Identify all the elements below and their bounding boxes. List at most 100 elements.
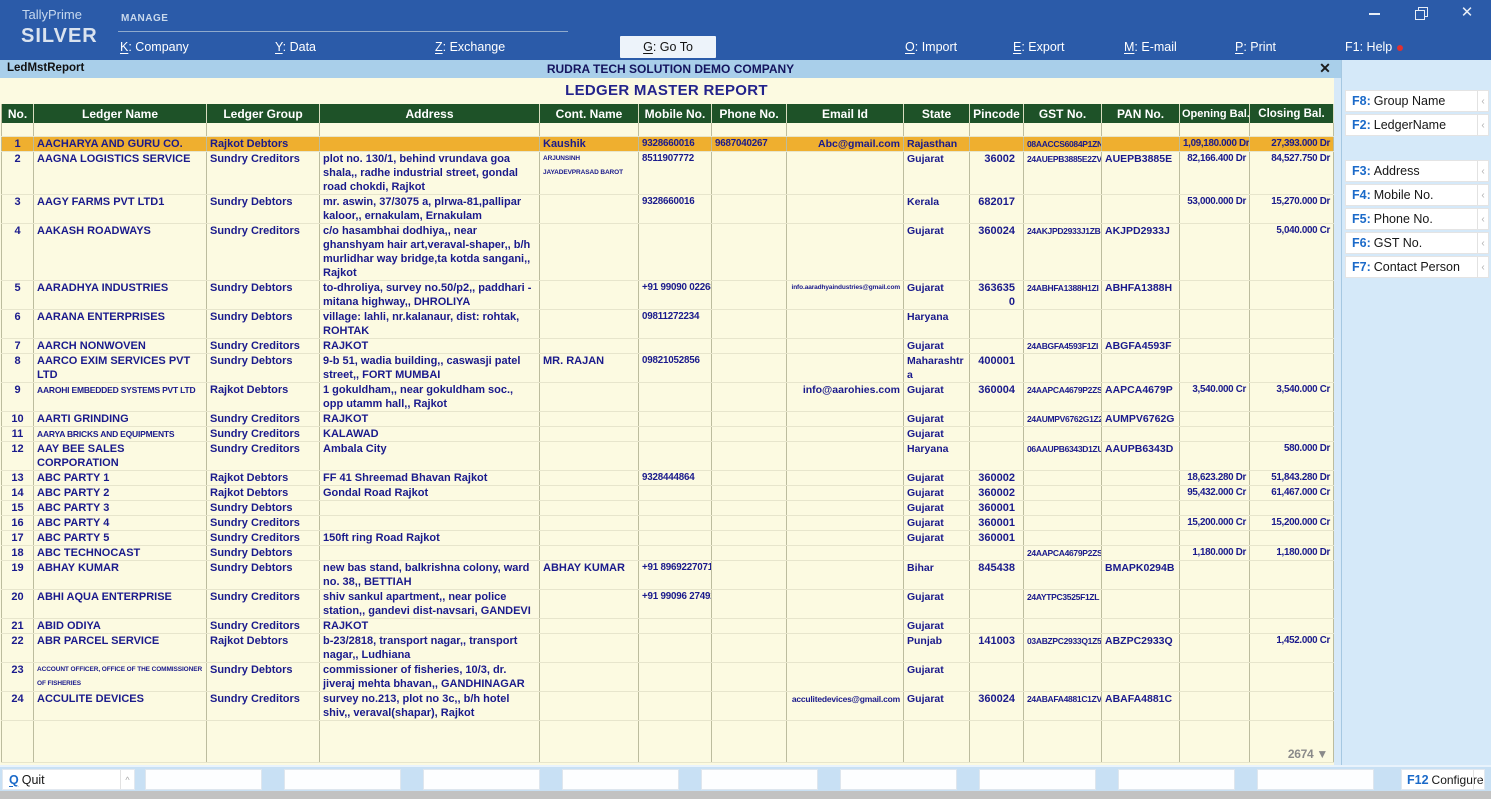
ledger-row[interactable]: 23ACCOUNT OFFICER, OFFICE OF THE COMMISS… (2, 662, 1334, 691)
cell-pan: AKJPD2933J (1102, 223, 1180, 280)
cell-no: 7 (2, 338, 34, 353)
sidebar-button-label: Mobile No. (1374, 188, 1434, 202)
spacer-cell (2, 123, 34, 136)
cell-opening (1180, 426, 1250, 441)
menu-company[interactable]: K: Company (120, 40, 189, 54)
cell-address (320, 136, 540, 151)
cell-opening (1180, 662, 1250, 691)
cell-address: c/o hasambhai dodhiya,, near ghanshyam h… (320, 223, 540, 280)
maximize-icon[interactable] (1413, 5, 1429, 21)
ledger-row[interactable]: 1AACHARYA AND GURU CO.Rajkot DebtorsKaus… (2, 136, 1334, 151)
cell-opening: 1,180.000 Dr (1180, 545, 1250, 560)
table-scrollbar[interactable] (1334, 78, 1341, 765)
ledger-row[interactable]: 7AARCH NONWOVENSundry CreditorsRAJKOTGuj… (2, 338, 1334, 353)
cell-group: Sundry Creditors (207, 151, 320, 194)
quit-button[interactable]: Q Quit ^ (2, 769, 135, 790)
menu-help[interactable]: F1: Help (1345, 40, 1403, 54)
ledger-row[interactable]: 10AARTI GRINDINGSundry CreditorsRAJKOTGu… (2, 411, 1334, 426)
menu-label: Data (290, 40, 316, 54)
minimize-icon[interactable] (1367, 5, 1383, 21)
chevron-left-icon[interactable]: ‹ (1473, 770, 1484, 789)
menu-data[interactable]: Y: Data (275, 40, 316, 54)
cell-pan: ABAFA4881C (1102, 691, 1180, 720)
chevron-left-icon[interactable]: ‹ (1477, 233, 1488, 253)
cell-name: AAGY FARMS PVT LTD1 (34, 194, 207, 223)
ledger-row[interactable]: 21ABID ODIYASundry CreditorsRAJKOTGujara… (2, 618, 1334, 633)
sidebar-button-contact-person[interactable]: F7:Contact Person‹ (1345, 256, 1489, 278)
ledger-row[interactable]: 20ABHI AQUA ENTERPRISESundry Creditorssh… (2, 589, 1334, 618)
spacer-cell (712, 123, 787, 136)
ledger-row[interactable]: 19ABHAY KUMARSundry Debtorsnew bas stand… (2, 560, 1334, 589)
menu-import[interactable]: O: Import (905, 40, 957, 54)
cell-gst: 24ABHFA1388H1ZI (1024, 280, 1102, 309)
menu-export[interactable]: E: Export (1013, 40, 1064, 54)
ledger-row[interactable]: 18ABC TECHNOCASTSundry Debtors24AAPCA467… (2, 545, 1334, 560)
ledger-row[interactable]: 14ABC PARTY 2Rajkot DebtorsGondal Road R… (2, 485, 1334, 500)
cell-pincode: 141003 (970, 633, 1024, 662)
cell-phone (712, 280, 787, 309)
report-title: LEDGER MASTER REPORT (0, 82, 1333, 99)
ledger-row[interactable]: 22ABR PARCEL SERVICERajkot Debtorsb-23/2… (2, 633, 1334, 662)
ledger-row[interactable]: 24ACCULITE DEVICESSundry Creditorssurvey… (2, 691, 1334, 720)
chevron-left-icon[interactable]: ‹ (1477, 115, 1488, 135)
chevron-left-icon[interactable]: ‹ (1477, 257, 1488, 277)
cell-mobile: 9328444864 (639, 470, 712, 485)
cell-address: plot no. 130/1, behind vrundava goa shal… (320, 151, 540, 194)
ledger-row[interactable]: 15ABC PARTY 3Sundry DebtorsGujarat360001 (2, 500, 1334, 515)
ledger-row[interactable]: 6AARANA ENTERPRISESSundry Debtorsvillage… (2, 309, 1334, 338)
menu-print[interactable]: P: Print (1235, 40, 1276, 54)
ledger-row[interactable]: 3AAGY FARMS PVT LTD1Sundry Debtorsmr. as… (2, 194, 1334, 223)
cell-phone (712, 223, 787, 280)
sidebar-button-key: F2 (1352, 118, 1367, 132)
cell-cont (540, 633, 639, 662)
cell-gst (1024, 515, 1102, 530)
sidebar-button-mobile-no[interactable]: F4:Mobile No.‹ (1345, 184, 1489, 206)
record-count[interactable]: 2674 ▼ (1253, 747, 1330, 762)
ledger-row[interactable]: 4AAKASH ROADWAYSSundry Creditorsc/o hasa… (2, 223, 1334, 280)
sidebar-button-gst-no[interactable]: F6:GST No.‹ (1345, 232, 1489, 254)
cell-no: 10 (2, 411, 34, 426)
caret-up-icon[interactable]: ^ (120, 770, 134, 789)
edition-badge: SILVER (21, 25, 98, 48)
cell-closing (1250, 353, 1334, 382)
menu-e-mail[interactable]: M: E-mail (1124, 40, 1177, 54)
cell-phone (712, 194, 787, 223)
close-window-icon[interactable]: ✕ (1459, 5, 1475, 21)
cell-closing (1250, 338, 1334, 353)
chevron-left-icon[interactable]: ‹ (1477, 209, 1488, 229)
chevron-left-icon[interactable]: ‹ (1477, 185, 1488, 205)
sidebar-button-key: F6 (1352, 236, 1367, 250)
sidebar-button-key: F8 (1352, 94, 1367, 108)
sidebar-button-group-name[interactable]: F8:Group Name‹ (1345, 90, 1489, 112)
sidebar-button-address[interactable]: F3:Address‹ (1345, 160, 1489, 182)
configure-button[interactable]: F12 Configure ‹ (1401, 769, 1485, 790)
sidebar-button-ledgername[interactable]: F2:LedgerName‹ (1345, 114, 1489, 136)
menu-exchange[interactable]: Z: Exchange (435, 40, 505, 54)
cell-name: AAROHI EMBEDDED SYSTEMS PVT LTD (34, 382, 207, 411)
cell-pincode (970, 411, 1024, 426)
sidebar-button-colon: : (1367, 94, 1371, 108)
goto-button[interactable]: G: Go To (620, 36, 716, 58)
cell-address (320, 500, 540, 515)
ledger-row[interactable]: 12AAY BEE SALES CORPORATIONSundry Credit… (2, 441, 1334, 470)
column-header-opening-bal: Opening Bal. (1180, 104, 1250, 123)
cell-email (787, 338, 904, 353)
cell-phone (712, 353, 787, 382)
spacer-cell (639, 123, 712, 136)
ledger-row[interactable]: 2AAGNA LOGISTICS SERVICESundry Creditors… (2, 151, 1334, 194)
sidebar-top-gap (1342, 60, 1491, 88)
cell-state: Gujarat (904, 662, 970, 691)
cell-gst: 03ABZPC2933Q1Z5 (1024, 633, 1102, 662)
chevron-left-icon[interactable]: ‹ (1477, 91, 1488, 111)
ledger-row[interactable]: 17ABC PARTY 5Sundry Creditors150ft ring … (2, 530, 1334, 545)
ledger-row[interactable]: 13ABC PARTY 1Rajkot DebtorsFF 41 Shreema… (2, 470, 1334, 485)
ledger-row[interactable]: 5AARADHYA INDUSTRIESSundry Debtorsto-dhr… (2, 280, 1334, 309)
close-report-icon[interactable]: ✕ (1316, 60, 1334, 78)
ledger-row[interactable]: 9AAROHI EMBEDDED SYSTEMS PVT LTDRajkot D… (2, 382, 1334, 411)
ledger-row[interactable]: 8AARCO EXIM SERVICES PVT LTDSundry Debto… (2, 353, 1334, 382)
ledger-row[interactable]: 16ABC PARTY 4Sundry CreditorsGujarat3600… (2, 515, 1334, 530)
cell-name: ABC PARTY 2 (34, 485, 207, 500)
sidebar-button-phone-no[interactable]: F5:Phone No.‹ (1345, 208, 1489, 230)
ledger-row[interactable]: 11AARYA BRICKS AND EQUIPMENTSSundry Cred… (2, 426, 1334, 441)
chevron-left-icon[interactable]: ‹ (1477, 161, 1488, 181)
